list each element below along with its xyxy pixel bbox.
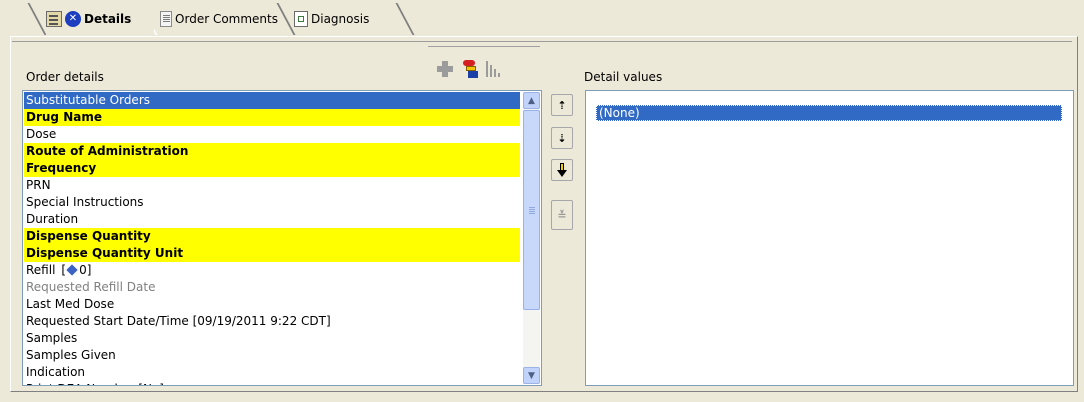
skip-to-end-button[interactable]: ≚	[551, 200, 573, 230]
list-item[interactable]: Indication	[24, 364, 520, 381]
list-item-label: Frequency	[26, 161, 97, 175]
next-required-arrow-icon	[557, 163, 567, 177]
panel-divider	[12, 41, 1072, 42]
list-item[interactable]: Drug Name	[24, 109, 520, 126]
toolbar-divider	[428, 46, 540, 47]
list-item[interactable]: Samples Given	[24, 347, 520, 364]
list-item-label: Duration	[26, 212, 79, 226]
next-detail-button[interactable]: ⇣	[551, 127, 573, 149]
arrow-up-icon: ⇡	[557, 98, 567, 112]
list-item-label: Dose	[26, 127, 57, 141]
chart-button[interactable]	[482, 58, 504, 80]
document-icon	[160, 11, 173, 27]
add-button[interactable]	[434, 58, 456, 80]
arrow-down-icon: ⇣	[557, 131, 567, 145]
plus-icon	[437, 61, 453, 77]
list-item-label: Substitutable Orders	[26, 93, 151, 107]
tab-diagnosis-label: Diagnosis	[311, 12, 370, 26]
tab-order-comments-label: Order Comments	[175, 12, 278, 26]
double-chevron-down-icon: ≚	[557, 208, 567, 222]
list-item-label: Refill	[26, 263, 56, 277]
list-item[interactable]: Dispense Quantity	[24, 228, 520, 245]
tab-diagnosis[interactable]: Diagnosis	[294, 4, 410, 34]
scroll-down-button[interactable]: ▼	[523, 367, 540, 384]
detail-value-item[interactable]: (None)	[596, 105, 1062, 121]
scroll-thumb[interactable]	[523, 110, 540, 310]
list-item-label: Dispense Quantity	[26, 229, 151, 243]
tab-details[interactable]: ✕ Details	[46, 2, 154, 36]
properties-icon	[46, 11, 62, 27]
list-item[interactable]: Samples	[24, 330, 520, 347]
list-item[interactable]: Duration	[24, 211, 520, 228]
list-item[interactable]: Route of Administration	[24, 143, 520, 160]
diagnosis-icon	[294, 11, 308, 27]
list-item-label: Print DEA Number [No]	[26, 382, 164, 385]
remove-x-icon: ✕	[65, 11, 81, 27]
list-item-label: Samples Given	[26, 348, 116, 362]
vertical-scrollbar[interactable]: ▲ ▼	[523, 92, 540, 384]
list-item[interactable]: Requested Start Date/Time [09/19/2011 9:…	[24, 313, 520, 330]
list-item[interactable]: Requested Refill Date	[24, 279, 520, 296]
list-item-label: Requested Start Date/Time [09/19/2011 9:…	[26, 314, 331, 328]
diamond-icon	[66, 264, 78, 276]
list-item[interactable]: Special Instructions	[24, 194, 520, 211]
detail-values-label: Detail values	[584, 70, 663, 84]
medication-button[interactable]	[460, 58, 482, 80]
list-item-label: PRN	[26, 178, 51, 192]
list-item[interactable]: Frequency	[24, 160, 520, 177]
list-item-label: Special Instructions	[26, 195, 144, 209]
refill-value: 0]	[79, 263, 92, 277]
medication-bottle-icon	[463, 60, 479, 78]
list-item[interactable]: Refill[0]	[24, 262, 520, 279]
bar-chart-icon	[485, 61, 501, 77]
tab-strip: ✕ Details Order Comments Diagnosis	[0, 0, 1084, 36]
tab-divider	[276, 3, 296, 35]
list-item[interactable]: Dose	[24, 126, 520, 143]
list-item[interactable]: Substitutable Orders	[24, 92, 520, 109]
tab-order-comments[interactable]: Order Comments	[160, 4, 278, 34]
detail-values-list[interactable]: (None)	[585, 90, 1074, 386]
list-item-label: Last Med Dose	[26, 297, 115, 311]
order-details-list[interactable]: Substitutable Orders Drug Name Dose Route o…	[22, 90, 542, 386]
tab-details-label: Details	[84, 12, 132, 26]
list-item-label: Dispense Quantity Unit	[26, 246, 184, 260]
list-item-label: Indication	[26, 365, 86, 379]
list-item-label: Samples	[26, 331, 78, 345]
list-item-label: Drug Name	[26, 110, 102, 124]
order-details-items: Substitutable Orders Drug Name Dose Route o…	[24, 92, 520, 385]
list-item[interactable]: Dispense Quantity Unit	[24, 245, 520, 262]
list-item[interactable]: Print DEA Number [No]	[24, 381, 520, 385]
scroll-up-button[interactable]: ▲	[523, 92, 540, 109]
list-item[interactable]: Last Med Dose	[24, 296, 520, 313]
order-details-label: Order details	[26, 70, 104, 84]
list-item-label: Route of Administration	[26, 144, 189, 158]
next-required-button[interactable]	[551, 159, 573, 181]
list-item[interactable]: PRN	[24, 177, 520, 194]
previous-detail-button[interactable]: ⇡	[551, 94, 573, 116]
tab-divider	[27, 3, 47, 35]
list-item-label: Requested Refill Date	[26, 280, 156, 294]
